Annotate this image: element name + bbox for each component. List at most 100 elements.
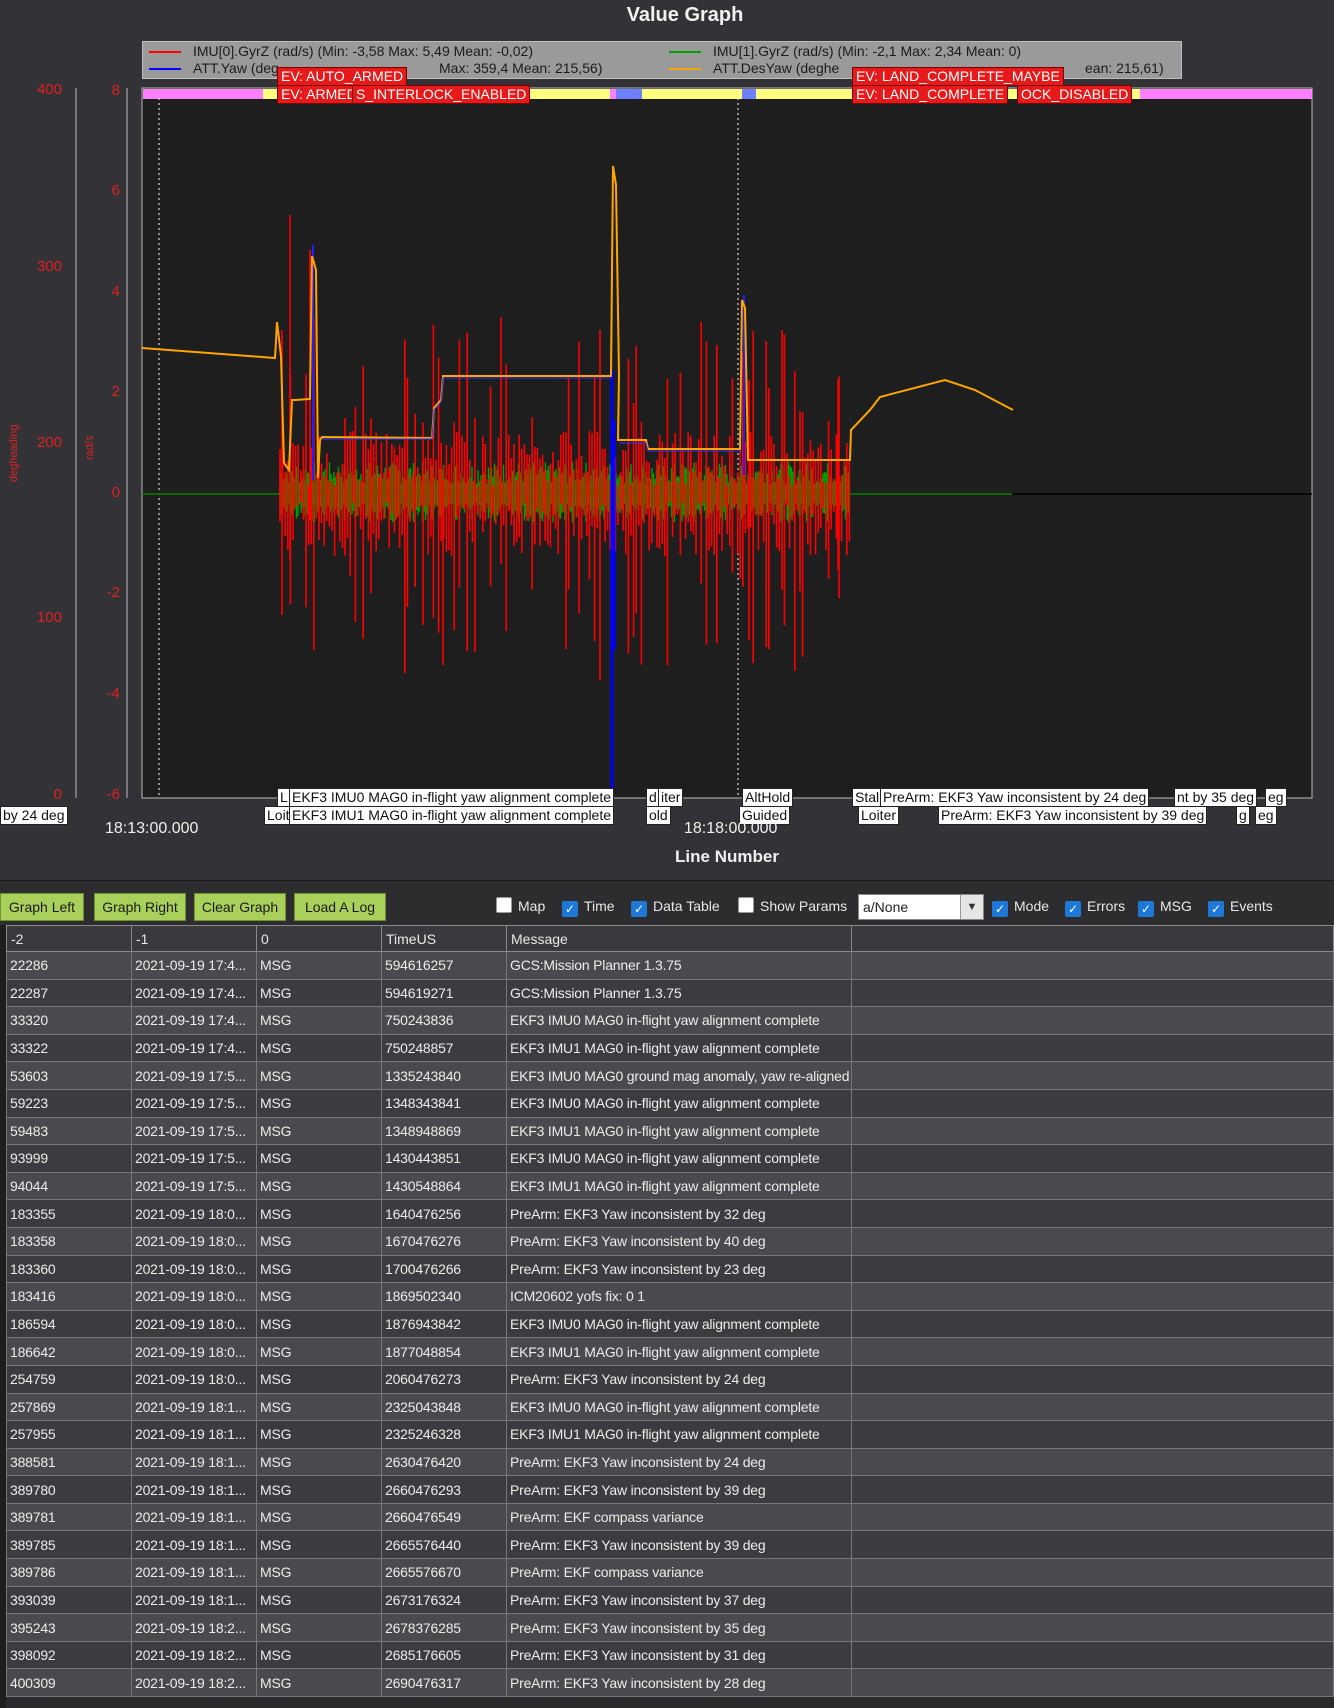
- table-cell[interactable]: MSG: [256, 1116, 382, 1146]
- table-cell[interactable]: MSG: [256, 1282, 382, 1311]
- table-row[interactable]: 59223 2021-09-19 17:5... MSG 1348343841 EKF3…: [6, 1088, 1334, 1118]
- table-cell[interactable]: 59483: [6, 1116, 132, 1146]
- events-checkbox[interactable]: Events: [1208, 897, 1273, 917]
- table-cell[interactable]: MSG: [256, 1144, 382, 1173]
- table-cell[interactable]: MSG: [256, 951, 382, 980]
- table-cell[interactable]: MSG: [256, 1475, 382, 1504]
- table-cell[interactable]: [851, 1282, 1334, 1311]
- table-cell[interactable]: EKF3 IMU1 MAG0 in-flight yaw alignment c…: [506, 1420, 852, 1449]
- table-cell[interactable]: 2021-09-19 17:5...: [131, 1116, 257, 1146]
- table-cell[interactable]: 1348343841: [381, 1088, 507, 1118]
- table-row[interactable]: 53603 2021-09-19 17:5... MSG 1335243840 EKF3…: [6, 1061, 1334, 1090]
- table-cell[interactable]: MSG: [256, 1668, 382, 1698]
- table-cell[interactable]: 1640476256: [381, 1199, 507, 1228]
- table-cell[interactable]: [851, 1337, 1334, 1366]
- table-cell[interactable]: 389785: [6, 1530, 132, 1560]
- table-cell[interactable]: 395243: [6, 1613, 132, 1642]
- table-row[interactable]: 33322 2021-09-19 17:4... MSG 750248857 EKF3 …: [6, 1033, 1334, 1063]
- table-cell[interactable]: 750248857: [381, 1033, 507, 1063]
- table-cell[interactable]: 388581: [6, 1447, 132, 1477]
- column-header[interactable]: [851, 925, 1334, 952]
- table-cell[interactable]: 2678376285: [381, 1613, 507, 1642]
- table-cell[interactable]: 94044: [6, 1171, 132, 1201]
- table-cell[interactable]: 2021-09-19 18:2...: [131, 1640, 257, 1670]
- msg-tag[interactable]: eg: [1255, 806, 1277, 825]
- table-cell[interactable]: PreArm: EKF3 Yaw inconsistent by 39 deg: [506, 1475, 852, 1504]
- table-cell[interactable]: 2685176605: [381, 1640, 507, 1670]
- table-cell[interactable]: PreArm: EKF3 Yaw inconsistent by 39 deg: [506, 1530, 852, 1560]
- table-cell[interactable]: [851, 1033, 1334, 1063]
- table-cell[interactable]: MSG: [256, 1364, 382, 1394]
- table-cell[interactable]: MSG: [256, 1530, 382, 1560]
- errors-checkbox[interactable]: Errors: [1065, 897, 1125, 917]
- table-cell[interactable]: 183360: [6, 1254, 132, 1284]
- checkbox-box[interactable]: [1065, 901, 1081, 917]
- checkbox-box[interactable]: [738, 897, 754, 913]
- table-cell[interactable]: PreArm: EKF3 Yaw inconsistent by 31 deg: [506, 1640, 852, 1670]
- table-cell[interactable]: [851, 1447, 1334, 1477]
- table-cell[interactable]: 2021-09-19 18:2...: [131, 1613, 257, 1642]
- event-interlock-enabled[interactable]: S_INTERLOCK_ENABLED: [352, 85, 531, 104]
- table-cell[interactable]: [851, 1006, 1334, 1035]
- table-row[interactable]: 183355 2021-09-19 18:0... MSG 1640476256 Pre…: [6, 1199, 1334, 1228]
- msg-tag-loiter[interactable]: Loiter: [858, 806, 900, 825]
- map-checkbox[interactable]: Map: [496, 897, 545, 915]
- table-cell[interactable]: 2021-09-19 18:1...: [131, 1392, 257, 1422]
- table-cell[interactable]: EKF3 IMU0 MAG0 in-flight yaw alignment c…: [506, 1309, 852, 1339]
- table-cell[interactable]: MSG: [256, 1420, 382, 1449]
- table-cell[interactable]: 33322: [6, 1033, 132, 1063]
- table-cell[interactable]: 2021-09-19 18:1...: [131, 1530, 257, 1560]
- table-cell[interactable]: 2690476317: [381, 1668, 507, 1698]
- chevron-down-icon[interactable]: ▼: [960, 895, 983, 919]
- table-cell[interactable]: [851, 1088, 1334, 1118]
- value-graph-panel[interactable]: Value Graph IMU[0].GyrZ (rad/s) (Min: -3…: [0, 0, 1334, 880]
- table-cell[interactable]: MSG: [256, 1088, 382, 1118]
- table-cell[interactable]: MSG: [256, 1033, 382, 1063]
- column-header[interactable]: Message: [506, 925, 852, 952]
- table-cell[interactable]: MSG: [256, 1226, 382, 1256]
- table-cell[interactable]: 2021-09-19 18:2...: [131, 1668, 257, 1698]
- table-cell[interactable]: MSG: [256, 1337, 382, 1366]
- table-row[interactable]: 389780 2021-09-19 18:1... MSG 2660476293 Pre…: [6, 1475, 1334, 1504]
- table-cell[interactable]: 1877048854: [381, 1337, 507, 1366]
- clear-graph-button[interactable]: Clear Graph: [194, 893, 286, 921]
- mode-checkbox[interactable]: Mode: [992, 897, 1049, 917]
- checkbox-box[interactable]: [631, 901, 647, 917]
- table-row[interactable]: 33320 2021-09-19 17:4... MSG 750243836 EKF3 …: [6, 1006, 1334, 1035]
- msg-tag[interactable]: EKF3 IMU0 MAG0 in-flight yaw alignment c…: [289, 788, 615, 807]
- graph-left-button[interactable]: Graph Left: [0, 893, 84, 921]
- mode-select[interactable]: a/None ▼: [858, 894, 984, 920]
- table-cell[interactable]: 1348948869: [381, 1116, 507, 1146]
- event-land-complete[interactable]: EV: LAND_COMPLETE: [852, 85, 1009, 104]
- table-cell[interactable]: 2021-09-19 18:0...: [131, 1337, 257, 1366]
- table-row[interactable]: 400309 2021-09-19 18:2... MSG 2690476317 Pre…: [6, 1668, 1334, 1698]
- table-cell[interactable]: [851, 1199, 1334, 1228]
- table-cell[interactable]: 1876943842: [381, 1309, 507, 1339]
- table-row[interactable]: 22286 2021-09-19 17:4... MSG 594616257 GCS:M…: [6, 951, 1334, 980]
- table-cell[interactable]: MSG: [256, 1392, 382, 1422]
- msg-tag[interactable]: PreArm: EKF3 Yaw inconsistent by 39 deg: [938, 806, 1208, 825]
- table-cell[interactable]: [851, 1613, 1334, 1642]
- msg-checkbox[interactable]: MSG: [1138, 897, 1192, 917]
- table-row[interactable]: 257869 2021-09-19 18:1... MSG 2325043848 EKF…: [6, 1392, 1334, 1422]
- table-cell[interactable]: [851, 1309, 1334, 1339]
- table-row[interactable]: 389786 2021-09-19 18:1... MSG 2665576670 Pre…: [6, 1558, 1334, 1587]
- table-cell[interactable]: [851, 1502, 1334, 1532]
- table-row[interactable]: 183358 2021-09-19 18:0... MSG 1670476276 Pre…: [6, 1226, 1334, 1256]
- table-row[interactable]: 186642 2021-09-19 18:0... MSG 1877048854 EKF…: [6, 1337, 1334, 1366]
- table-cell[interactable]: 186594: [6, 1309, 132, 1339]
- table-cell[interactable]: 93999: [6, 1144, 132, 1173]
- msg-tag[interactable]: eg: [1265, 788, 1287, 807]
- table-cell[interactable]: 183416: [6, 1282, 132, 1311]
- table-cell[interactable]: PreArm: EKF3 Yaw inconsistent by 32 deg: [506, 1199, 852, 1228]
- table-cell[interactable]: 594619271: [381, 978, 507, 1008]
- table-cell[interactable]: EKF3 IMU0 MAG0 in-flight yaw alignment c…: [506, 1006, 852, 1035]
- table-cell[interactable]: MSG: [256, 1309, 382, 1339]
- table-row[interactable]: 94044 2021-09-19 17:5... MSG 1430548864 EKF3…: [6, 1171, 1334, 1201]
- table-cell[interactable]: 2021-09-19 17:4...: [131, 978, 257, 1008]
- table-cell[interactable]: [851, 951, 1334, 980]
- table-cell[interactable]: 1430443851: [381, 1144, 507, 1173]
- table-cell[interactable]: [851, 1171, 1334, 1201]
- table-cell[interactable]: MSG: [256, 1254, 382, 1284]
- event-land-complete-maybe[interactable]: EV: LAND_COMPLETE_MAYBE: [852, 67, 1064, 86]
